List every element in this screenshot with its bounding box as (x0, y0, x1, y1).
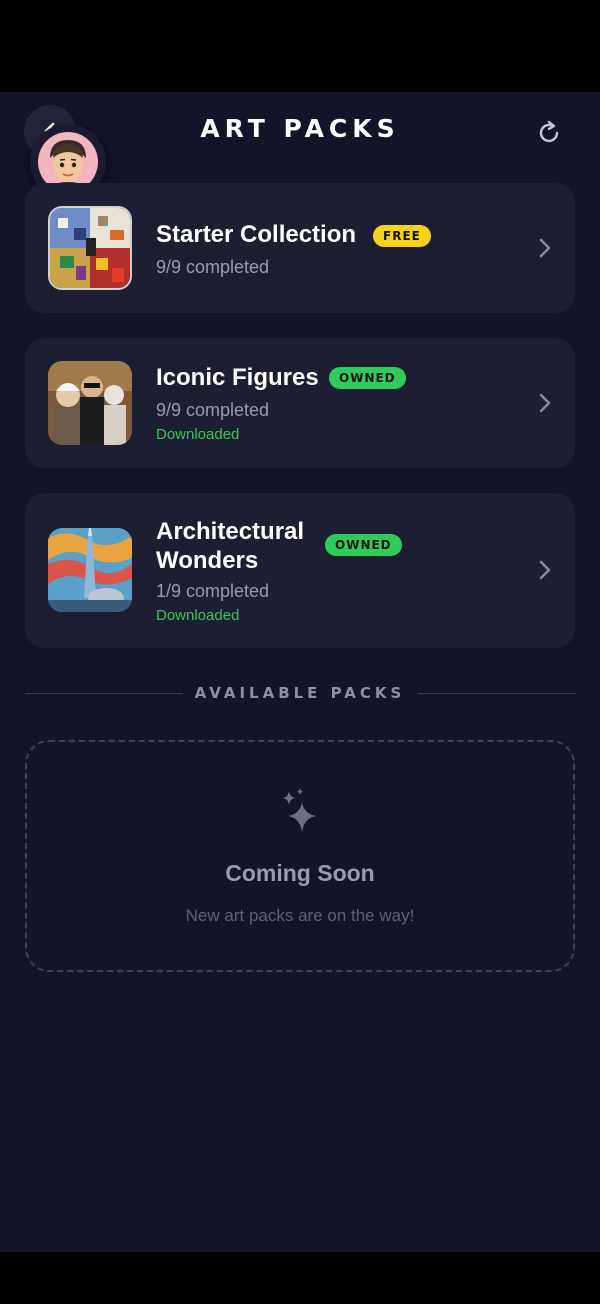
pack-progress: 9/9 completed (156, 257, 270, 277)
art-packs-screen: ART PACKS Starter Collection FREE 9/9 co… (0, 92, 600, 1252)
download-status: Downloaded (156, 426, 240, 443)
page-title: ART PACKS (200, 114, 400, 143)
pack-thumbnail (48, 528, 132, 612)
refresh-icon (539, 120, 559, 143)
chevron-right-icon (539, 560, 551, 580)
pack-name: Architectural (156, 518, 305, 545)
coming-soon-subtitle: New art packs are on the way! (185, 906, 415, 925)
pack-thumbnail (48, 206, 132, 290)
pack-card-starter-collection[interactable]: Starter Collection FREE 9/9 completed (25, 183, 575, 313)
divider-right (418, 693, 576, 694)
home-indicator-area (0, 1252, 600, 1304)
pack-card-architectural-wonders[interactable]: Architectural Wonders OWNED 1/9 complete… (25, 493, 575, 648)
pack-thumbnail (48, 361, 132, 445)
status-bar-area (0, 0, 600, 92)
download-status: Downloaded (156, 607, 240, 624)
owned-badge: OWNED (329, 367, 406, 389)
free-badge: FREE (373, 225, 431, 247)
chevron-right-icon (539, 393, 551, 413)
pack-progress: 1/9 completed (156, 581, 270, 601)
pack-name-line2: Wonders (156, 547, 259, 574)
owned-badge: OWNED (325, 534, 402, 556)
chevron-right-icon (539, 238, 551, 258)
pack-name: Starter Collection (156, 221, 357, 248)
pack-progress: 9/9 completed (156, 400, 270, 420)
pack-card-iconic-figures[interactable]: Iconic Figures OWNED 9/9 completed Downl… (25, 338, 575, 468)
refresh-button[interactable] (532, 116, 566, 150)
coming-soon-title: Coming Soon (225, 860, 375, 886)
pack-name: Iconic Figures (156, 364, 319, 391)
sparkle-icon (283, 788, 316, 832)
coming-soon-placeholder: Coming Soon New art packs are on the way… (25, 740, 575, 972)
